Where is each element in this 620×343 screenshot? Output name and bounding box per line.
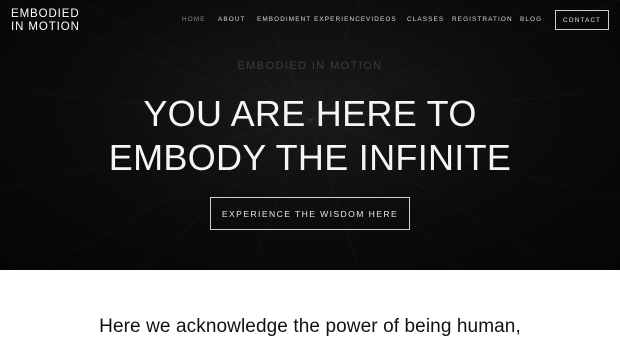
main-nav: Home About Embodiment Experience Videos … bbox=[182, 16, 544, 23]
hero-headline-line1: YOU ARE HERE TO bbox=[143, 93, 477, 134]
brand-logo[interactable]: EMBODIED IN MOTION bbox=[11, 8, 80, 34]
nav-item-home[interactable]: Home bbox=[182, 16, 218, 23]
hero-headline: YOU ARE HERE TO EMBODY THE INFINITE bbox=[0, 92, 620, 180]
hero-section: EMBODIED IN MOTION Home About Embodiment… bbox=[0, 0, 620, 270]
nav-item-videos[interactable]: Videos bbox=[366, 16, 407, 23]
brand-logo-line2: IN MOTION bbox=[11, 21, 80, 33]
nav-item-about[interactable]: About bbox=[218, 16, 257, 23]
intro-text: Here we acknowledge the power of being h… bbox=[99, 316, 521, 337]
experience-wisdom-button[interactable]: EXPERIENCE THE WISDOM HERE bbox=[210, 197, 410, 230]
brand-logo-line1: EMBODIED bbox=[11, 8, 80, 20]
nav-item-blog[interactable]: Blog bbox=[520, 16, 544, 23]
nav-item-embodiment-experience[interactable]: Embodiment Experience bbox=[257, 16, 366, 23]
hero-eyebrow: EMBODIED IN MOTION bbox=[237, 60, 383, 72]
nav-item-classes[interactable]: Classes bbox=[407, 16, 452, 23]
hero-headline-line2: EMBODY THE INFINITE bbox=[108, 137, 512, 178]
nav-item-registration[interactable]: Registration bbox=[452, 16, 520, 23]
contact-button[interactable]: Contact bbox=[555, 10, 609, 30]
